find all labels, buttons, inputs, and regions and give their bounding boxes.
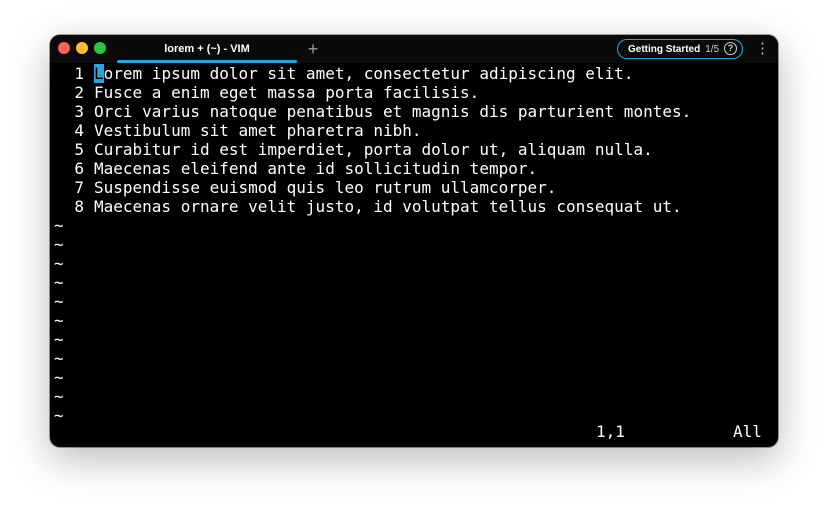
text-cursor: L bbox=[94, 64, 104, 83]
empty-line-tilde: ~ bbox=[54, 406, 64, 425]
getting-started-button[interactable]: Getting Started 1/5 ? bbox=[617, 39, 743, 59]
empty-line-tilde: ~ bbox=[54, 216, 64, 235]
line-number: 3 bbox=[74, 102, 84, 121]
line-text: Vestibulum sit amet pharetra nibh. bbox=[94, 121, 422, 140]
terminal-window: lorem + (~) - VIM + Getting Started 1/5 … bbox=[50, 35, 778, 447]
cursor-position: 1,1 bbox=[596, 422, 625, 441]
empty-line-tilde: ~ bbox=[54, 311, 64, 330]
line-text: Maecenas eleifend ante id sollicitudin t… bbox=[94, 159, 538, 178]
empty-line-tilde: ~ bbox=[54, 368, 64, 387]
editor-line: 4 Vestibulum sit amet pharetra nibh. bbox=[54, 121, 422, 140]
scroll-indicator: All bbox=[733, 422, 762, 441]
editor-line: 6 Maecenas eleifend ante id sollicitudin … bbox=[54, 159, 537, 178]
line-number: 2 bbox=[74, 83, 84, 102]
line-number: 4 bbox=[74, 121, 84, 140]
line-text: Orci varius natoque penatibus et magnis … bbox=[94, 102, 692, 121]
line-number: 7 bbox=[74, 178, 84, 197]
editor-line: 7 Suspendisse euismod quis leo rutrum ull… bbox=[54, 178, 556, 197]
tab-title: lorem + (~) - VIM bbox=[164, 43, 250, 55]
editor-line: 1 Lorem ipsum dolor sit amet, consectetur… bbox=[54, 64, 633, 83]
getting-started-label: Getting Started bbox=[628, 43, 701, 55]
kebab-menu-icon[interactable]: ⋮ bbox=[755, 41, 770, 57]
empty-line-tilde: ~ bbox=[54, 387, 64, 406]
line-number: 1 bbox=[74, 64, 84, 83]
minimize-icon[interactable] bbox=[76, 42, 88, 54]
line-text: Maecenas ornare velit justo, id volutpat… bbox=[94, 197, 682, 216]
help-icon[interactable]: ? bbox=[724, 42, 737, 55]
close-icon[interactable] bbox=[58, 42, 70, 54]
line-text: Curabitur id est imperdiet, porta dolor … bbox=[94, 140, 653, 159]
empty-line-tilde: ~ bbox=[54, 235, 64, 254]
title-bar: lorem + (~) - VIM + Getting Started 1/5 … bbox=[50, 35, 778, 63]
editor-line: 8 Maecenas ornare velit justo, id volutpa… bbox=[54, 197, 682, 216]
active-tab-indicator bbox=[117, 60, 297, 63]
empty-line-tilde: ~ bbox=[54, 254, 64, 273]
empty-line-tilde: ~ bbox=[54, 273, 64, 292]
plus-icon[interactable]: + bbox=[303, 37, 323, 61]
line-text: orem ipsum dolor sit amet, consectetur a… bbox=[103, 64, 634, 83]
empty-line-tilde: ~ bbox=[54, 330, 64, 349]
editor-line: 2 Fusce a enim eget massa porta facilisis… bbox=[54, 83, 479, 102]
line-text: Suspendisse euismod quis leo rutrum ulla… bbox=[94, 178, 557, 197]
tab-vim[interactable]: lorem + (~) - VIM bbox=[117, 35, 297, 63]
editor-line: 5 Curabitur id est imperdiet, porta dolor… bbox=[54, 140, 653, 159]
getting-started-progress: 1/5 bbox=[705, 43, 720, 55]
empty-line-tilde: ~ bbox=[54, 292, 64, 311]
empty-line-tilde: ~ bbox=[54, 349, 64, 368]
line-number: 8 bbox=[74, 197, 84, 216]
vim-editor[interactable]: 1 Lorem ipsum dolor sit amet, consectetur… bbox=[50, 64, 778, 447]
line-text: Fusce a enim eget massa porta facilisis. bbox=[94, 83, 480, 102]
maximize-icon[interactable] bbox=[94, 42, 106, 54]
line-number: 6 bbox=[74, 159, 84, 178]
editor-line: 3 Orci varius natoque penatibus et magnis… bbox=[54, 102, 691, 121]
line-number: 5 bbox=[74, 140, 84, 159]
